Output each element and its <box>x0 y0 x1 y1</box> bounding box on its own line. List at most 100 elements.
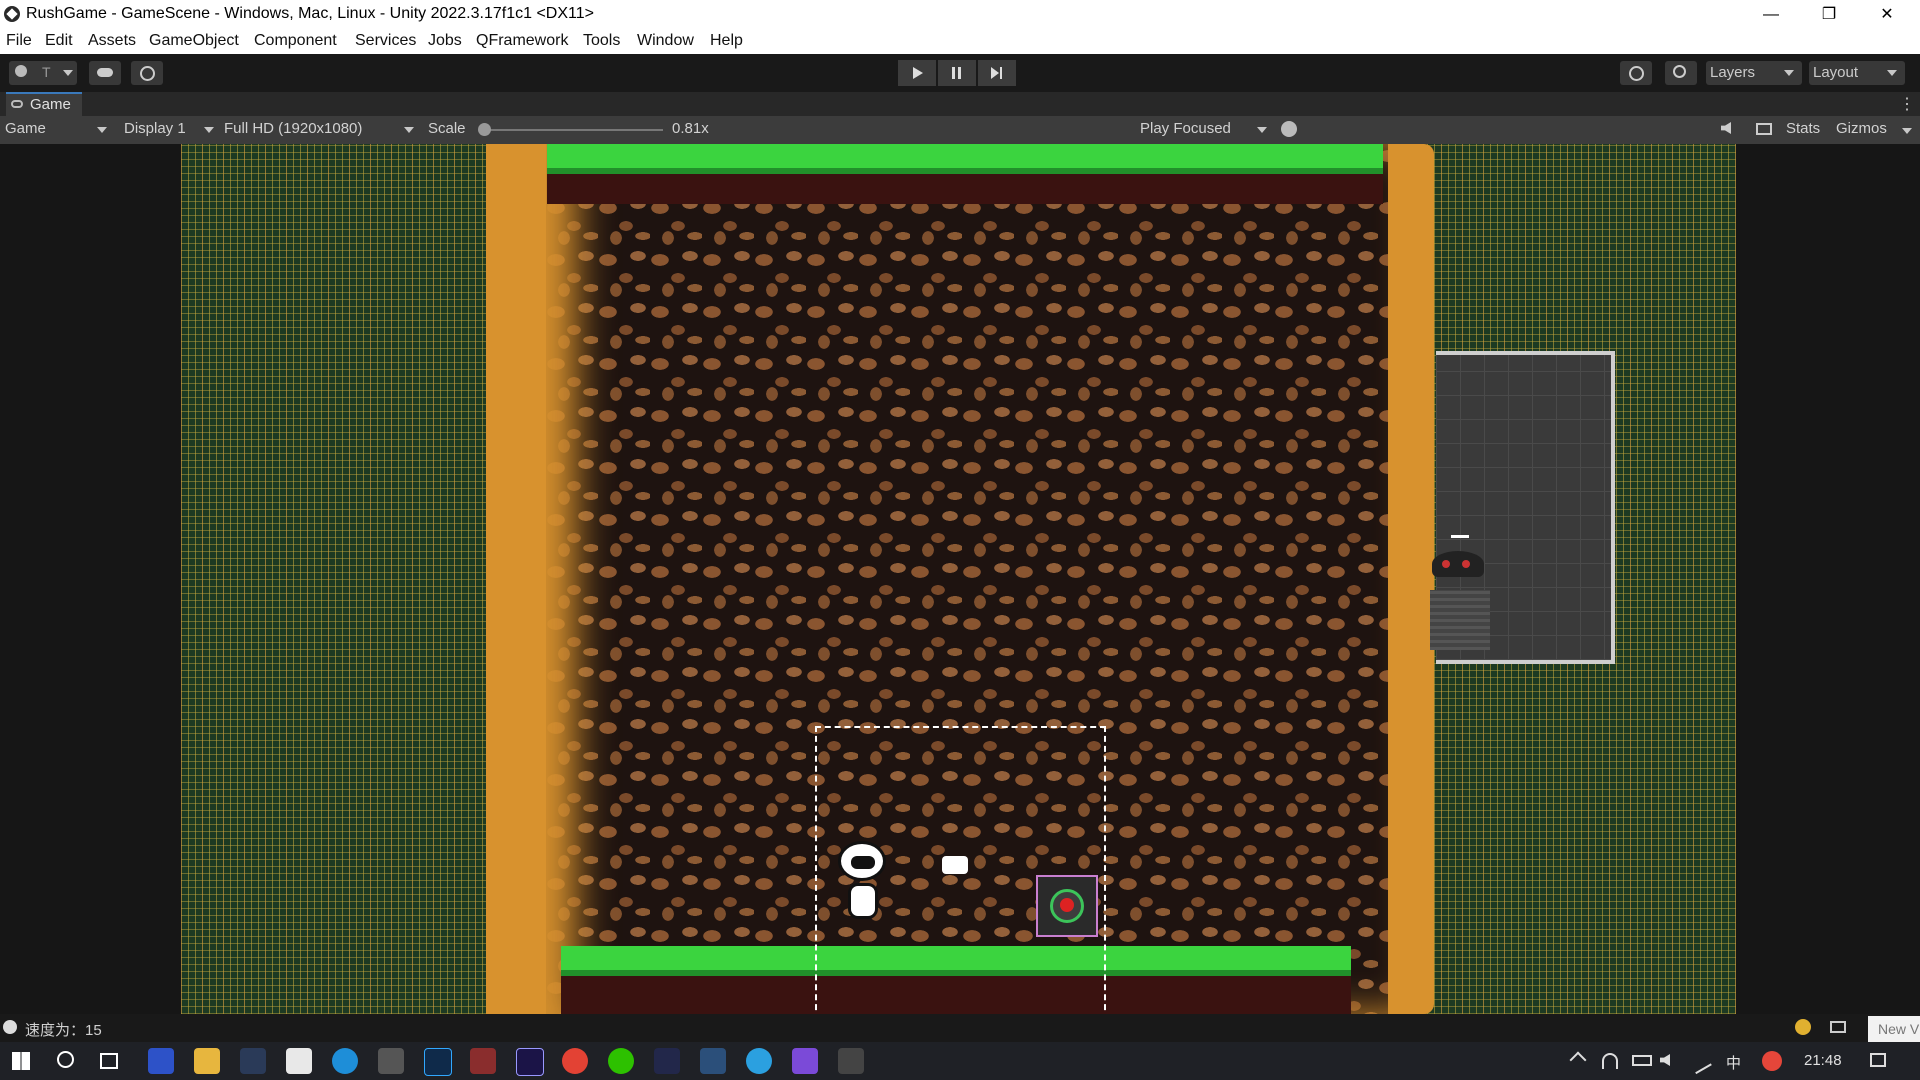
premiere-icon[interactable] <box>516 1048 544 1076</box>
side-room <box>1430 351 1615 664</box>
app-icon-1[interactable] <box>148 1048 174 1074</box>
cloud-icon <box>97 68 113 77</box>
slider-handle[interactable] <box>478 123 491 136</box>
maximize-button[interactable]: ❐ <box>1800 0 1858 30</box>
play-button[interactable] <box>898 60 936 86</box>
cache-server-icon[interactable] <box>1830 1021 1846 1033</box>
visual-studio-icon[interactable] <box>792 1048 818 1074</box>
status-bar: 速度为：15 New V <box>0 1014 1920 1042</box>
collab-button[interactable] <box>131 61 163 85</box>
mute-audio-icon[interactable] <box>1721 122 1731 134</box>
os-taskbar: 中 21:48 <box>0 1042 1920 1080</box>
photoshop-icon[interactable] <box>424 1048 452 1076</box>
app-icon-4[interactable] <box>700 1048 726 1074</box>
chevron-down-icon <box>1887 70 1897 76</box>
stats-button[interactable]: Stats <box>1786 120 1820 140</box>
scale-slider[interactable] <box>478 123 663 136</box>
keyboard-icon[interactable] <box>1756 123 1772 135</box>
search-button[interactable] <box>1665 61 1697 85</box>
game-render[interactable] <box>181 144 1736 1014</box>
panel-tab-row: Game ⋮ <box>0 92 1920 116</box>
main-toolbar: T Layers Layout <box>0 54 1920 92</box>
history-icon <box>1629 66 1644 81</box>
settings-gear-icon <box>140 66 155 81</box>
edge-browser-icon[interactable] <box>332 1048 358 1074</box>
gizmos-button[interactable]: Gizmos <box>1836 120 1887 140</box>
steam-icon[interactable] <box>240 1048 266 1074</box>
unity-logo-icon <box>4 6 20 22</box>
menu-edit[interactable]: Edit <box>45 32 73 50</box>
tab-game[interactable]: Game <box>6 92 82 116</box>
menu-bar: File Edit Assets GameObject Component Se… <box>0 30 1920 54</box>
chevron-down-icon[interactable] <box>1902 128 1912 134</box>
bug-icon[interactable] <box>1281 121 1297 137</box>
close-button[interactable]: ✕ <box>1858 0 1916 30</box>
app-icon-2[interactable] <box>470 1048 496 1074</box>
more-options-icon[interactable]: ⋮ <box>1899 94 1915 114</box>
history-button[interactable] <box>1620 61 1652 85</box>
pen-icon[interactable] <box>1686 1047 1712 1075</box>
menu-file[interactable]: File <box>6 32 32 50</box>
layout-dropdown[interactable]: Layout <box>1809 61 1905 85</box>
camera-gizmo-icon <box>942 856 968 874</box>
menu-help[interactable]: Help <box>710 32 743 50</box>
chevron-down-icon <box>97 127 107 133</box>
ime-indicator[interactable]: 中 <box>1726 1052 1741 1073</box>
account-icon <box>15 65 27 77</box>
console-message[interactable]: 速度为：15 <box>25 1019 102 1040</box>
chevron-down-icon <box>63 70 73 76</box>
chevron-up-icon[interactable] <box>1569 1051 1587 1069</box>
play-controls <box>898 60 1018 86</box>
view-mode-label: Game <box>5 120 46 137</box>
battery-icon[interactable] <box>1632 1055 1652 1066</box>
tooltip: New V <box>1868 1016 1920 1042</box>
notification-icon[interactable] <box>1870 1053 1886 1067</box>
layers-dropdown[interactable]: Layers <box>1706 61 1802 85</box>
chevron-down-icon <box>1784 70 1794 76</box>
search-icon[interactable] <box>57 1051 74 1068</box>
volume-icon[interactable] <box>1660 1054 1670 1066</box>
play-mode-label: Play Focused <box>1140 120 1231 137</box>
cloud-button[interactable] <box>89 61 121 85</box>
menu-assets[interactable]: Assets <box>88 32 136 50</box>
menu-window[interactable]: Window <box>637 32 694 50</box>
menu-jobs[interactable]: Jobs <box>428 32 462 50</box>
pause-button[interactable] <box>938 60 976 86</box>
play-mode-dropdown[interactable]: Play Focused <box>1140 120 1270 140</box>
app-icon-5[interactable] <box>746 1048 772 1074</box>
view-mode-dropdown[interactable]: Game <box>5 120 108 140</box>
unity-hub-icon[interactable] <box>378 1048 404 1074</box>
clock[interactable]: 21:48 <box>1804 1052 1842 1069</box>
sogou-icon[interactable] <box>1762 1051 1782 1071</box>
menu-gameobject[interactable]: GameObject <box>149 32 239 50</box>
notes-icon[interactable] <box>286 1048 312 1074</box>
menu-qframework[interactable]: QFramework <box>476 32 568 50</box>
game-viewport[interactable] <box>0 144 1920 1014</box>
player-robot <box>836 841 890 931</box>
robot-body-icon <box>848 883 878 919</box>
account-dropdown[interactable]: T <box>9 61 77 85</box>
display-label: Display 1 <box>124 120 186 137</box>
wifi-icon[interactable] <box>1602 1053 1618 1069</box>
file-explorer-icon[interactable] <box>194 1048 220 1074</box>
menu-component[interactable]: Component <box>254 32 337 50</box>
minimize-button[interactable]: — <box>1742 0 1800 30</box>
windows-start-icon[interactable] <box>12 1052 30 1070</box>
resolution-label: Full HD (1920x1080) <box>224 120 363 137</box>
chevron-down-icon <box>204 127 214 133</box>
wechat-icon[interactable] <box>608 1048 634 1074</box>
info-icon <box>3 1020 17 1034</box>
robot-head-icon <box>838 841 886 881</box>
chrome-icon[interactable] <box>562 1048 588 1074</box>
resolution-dropdown[interactable]: Full HD (1920x1080) <box>224 120 416 140</box>
display-dropdown[interactable]: Display 1 <box>124 120 214 140</box>
step-button[interactable] <box>978 60 1016 86</box>
menu-tools[interactable]: Tools <box>583 32 620 50</box>
lighting-icon[interactable] <box>1795 1019 1811 1035</box>
account-label: T <box>42 64 51 80</box>
unity-editor-icon[interactable] <box>838 1048 864 1074</box>
app-icon-3[interactable] <box>654 1048 680 1074</box>
task-view-icon[interactable] <box>100 1053 118 1069</box>
window-title: RushGame - GameScene - Windows, Mac, Lin… <box>26 5 594 22</box>
menu-services[interactable]: Services <box>355 32 416 50</box>
